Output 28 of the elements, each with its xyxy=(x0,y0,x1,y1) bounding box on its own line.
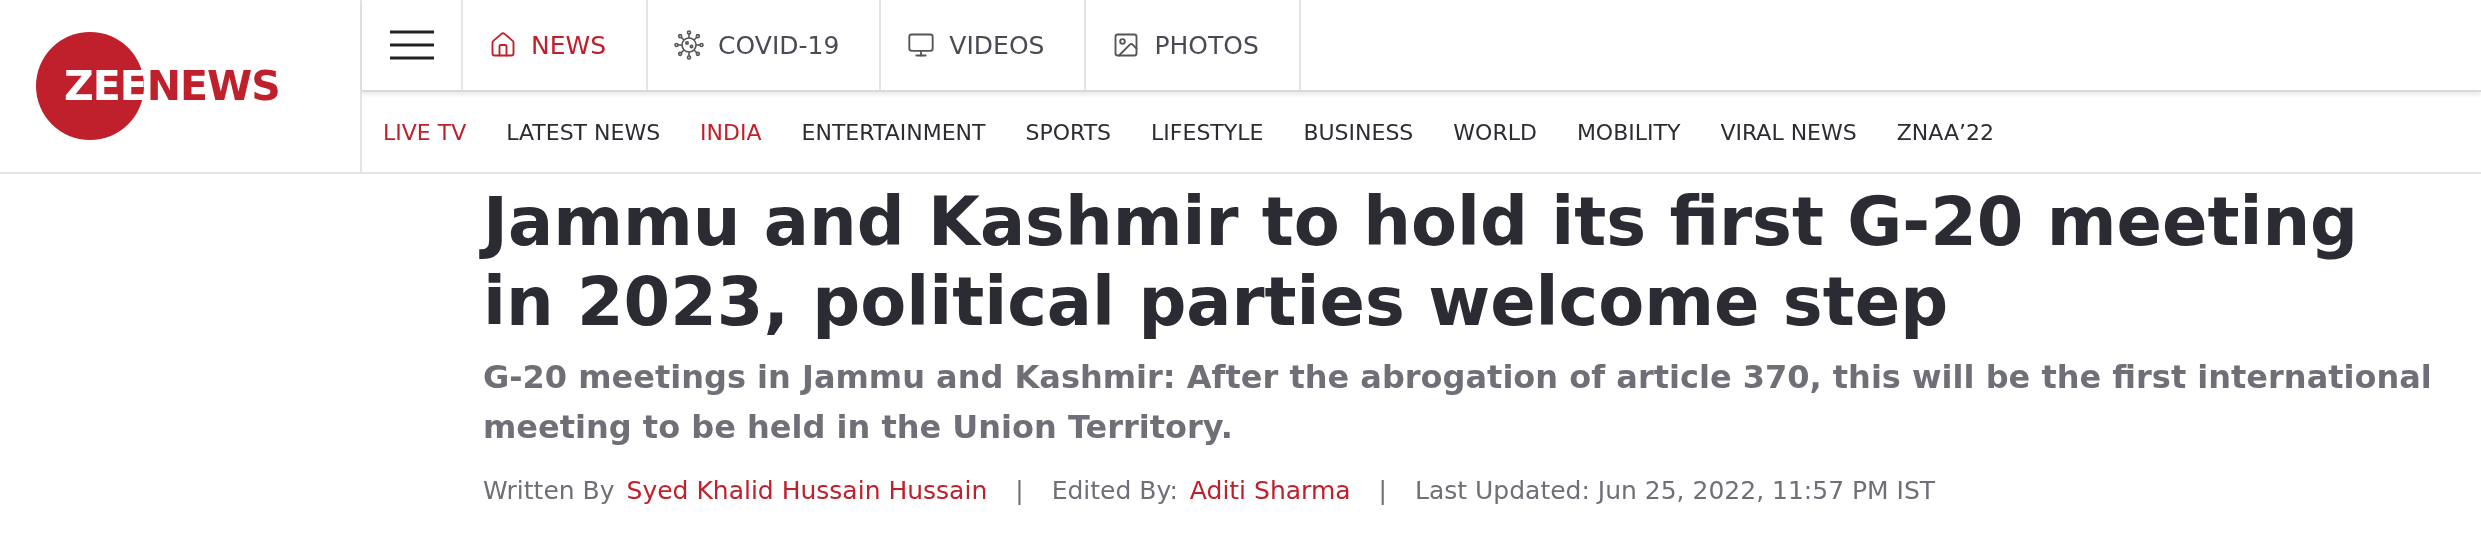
nav-tab[interactable]: PHOTOS xyxy=(1086,0,1301,90)
byline-label: Edited By: xyxy=(1051,476,1178,505)
byline-label: Written By xyxy=(483,476,615,505)
section-link[interactable]: LIFESTYLE xyxy=(1151,119,1264,145)
nav-tab[interactable]: VIDEOS xyxy=(881,0,1087,90)
separator: | xyxy=(1015,476,1024,505)
section-link[interactable]: MOBILITY xyxy=(1576,119,1681,145)
byline-label: Last Updated: Jun 25, 2022, 11:57 PM IST xyxy=(1415,476,1936,505)
article-summary: G-20 meetings in Jammu and Kashmir: After the abrogation of article 370, this will be the first international meeting to be held in the Union Territory. xyxy=(483,357,2433,448)
author-link[interactable]: Aditi Sharma xyxy=(1189,476,1351,505)
section-link[interactable]: WORLD xyxy=(1453,119,1537,145)
section-link[interactable]: SPORTS xyxy=(1025,119,1112,145)
section-link[interactable]: LIVE TV xyxy=(383,119,467,145)
section-link[interactable]: VIRAL NEWS xyxy=(1720,119,1857,145)
section-link[interactable]: ZNAA’22 xyxy=(1896,119,1994,145)
author-link[interactable]: Syed Khalid Hussain Hussain xyxy=(626,476,988,505)
section-link[interactable]: ENTERTAINMENT xyxy=(801,119,986,145)
nav-tab[interactable]: NEWS xyxy=(463,0,649,90)
home-icon xyxy=(489,31,517,59)
section-link[interactable]: LATEST NEWS xyxy=(506,119,661,145)
zee-news-logo[interactable]: ZEENEWS xyxy=(36,32,280,140)
section-link[interactable]: INDIA xyxy=(700,119,762,145)
virus-icon xyxy=(674,30,705,60)
nav-tab[interactable]: COVID-19 xyxy=(648,0,882,90)
menu-icon xyxy=(389,30,434,60)
separator: | xyxy=(1378,476,1387,505)
section-link[interactable]: BUSINESS xyxy=(1303,119,1414,145)
monitor-icon xyxy=(907,31,936,59)
